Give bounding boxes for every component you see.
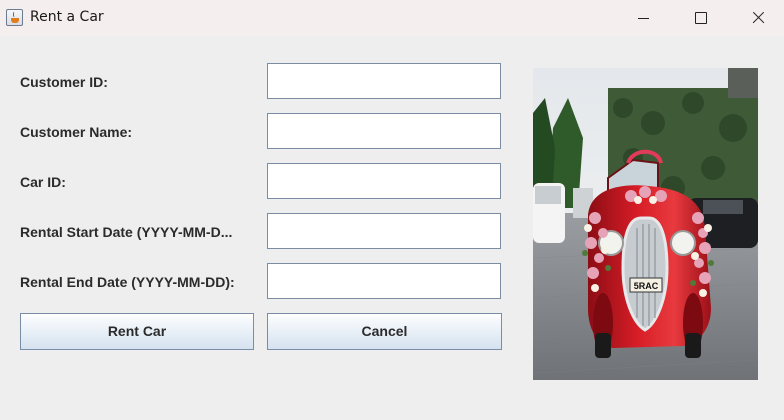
car-id-label: Car ID: (20, 174, 66, 190)
cancel-button[interactable]: Cancel (267, 313, 502, 350)
rental-start-date-label: Rental Start Date (YYYY-MM-D... (20, 224, 233, 240)
close-button[interactable] (735, 0, 781, 36)
license-plate-text: 5RAC (634, 281, 659, 291)
customer-id-input[interactable] (267, 63, 501, 99)
customer-name-input[interactable] (267, 113, 501, 149)
rent-car-button[interactable]: Rent Car (20, 313, 254, 350)
minimize-button[interactable] (620, 0, 666, 36)
car-photo: 5RAC (533, 68, 758, 380)
java-cup-icon (6, 9, 23, 26)
customer-name-label: Customer Name: (20, 124, 133, 140)
title-bar: Rent a Car (0, 0, 784, 36)
rental-end-date-label: Rental End Date (YYYY-MM-DD): (20, 274, 235, 290)
car-id-input[interactable] (267, 163, 501, 199)
rental-start-date-input[interactable] (267, 213, 501, 249)
window-title: Rent a Car (30, 9, 104, 25)
maximize-button[interactable] (677, 0, 723, 36)
customer-id-label: Customer ID: (20, 74, 108, 90)
rental-end-date-input[interactable] (267, 263, 501, 299)
